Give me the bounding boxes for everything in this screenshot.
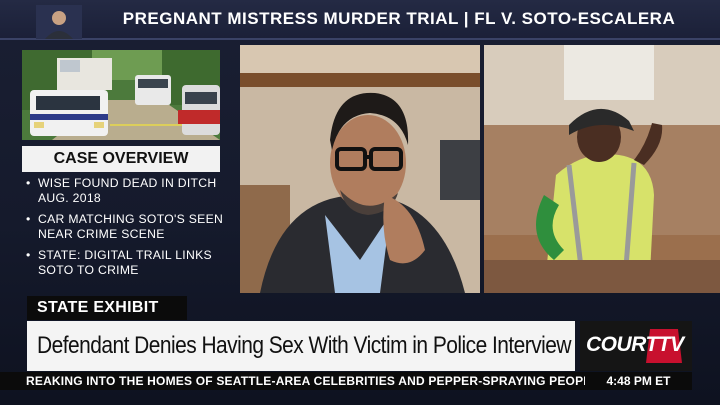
case-overview-list: WISE FOUND DEAD IN DITCH AUG. 2018 CAR M… xyxy=(26,176,226,284)
defendant-video-feed xyxy=(240,45,480,293)
interview-video-feed xyxy=(484,45,720,293)
logo-text: COURTTV xyxy=(586,333,684,356)
top-banner: PREGNANT MISTRESS MURDER TRIAL | FL V. S… xyxy=(0,0,720,40)
case-fact-item: WISE FOUND DEAD IN DITCH AUG. 2018 xyxy=(26,176,226,206)
court-tv-logo: COURTTV xyxy=(580,321,692,371)
case-overview-heading: CASE OVERVIEW xyxy=(22,146,220,172)
state-exhibit-tag: STATE EXHIBIT xyxy=(27,296,187,320)
case-fact-item: CAR MATCHING SOTO'S SEEN NEAR CRIME SCEN… xyxy=(26,212,226,242)
case-fact-item: STATE: DIGITAL TRAIL LINKS SOTO TO CRIME xyxy=(26,248,226,278)
ticker-text: REAKING INTO THE HOMES OF SEATTLE-AREA C… xyxy=(26,374,585,388)
news-ticker: REAKING INTO THE HOMES OF SEATTLE-AREA C… xyxy=(0,372,585,390)
crime-scene-photo xyxy=(22,50,220,140)
headline-lower-third: Defendant Denies Having Sex With Victim … xyxy=(27,321,575,371)
host-avatar xyxy=(36,5,82,39)
trial-title: PREGNANT MISTRESS MURDER TRIAL | FL V. S… xyxy=(122,9,676,28)
time-display: 4:48 PM ET xyxy=(585,372,692,390)
